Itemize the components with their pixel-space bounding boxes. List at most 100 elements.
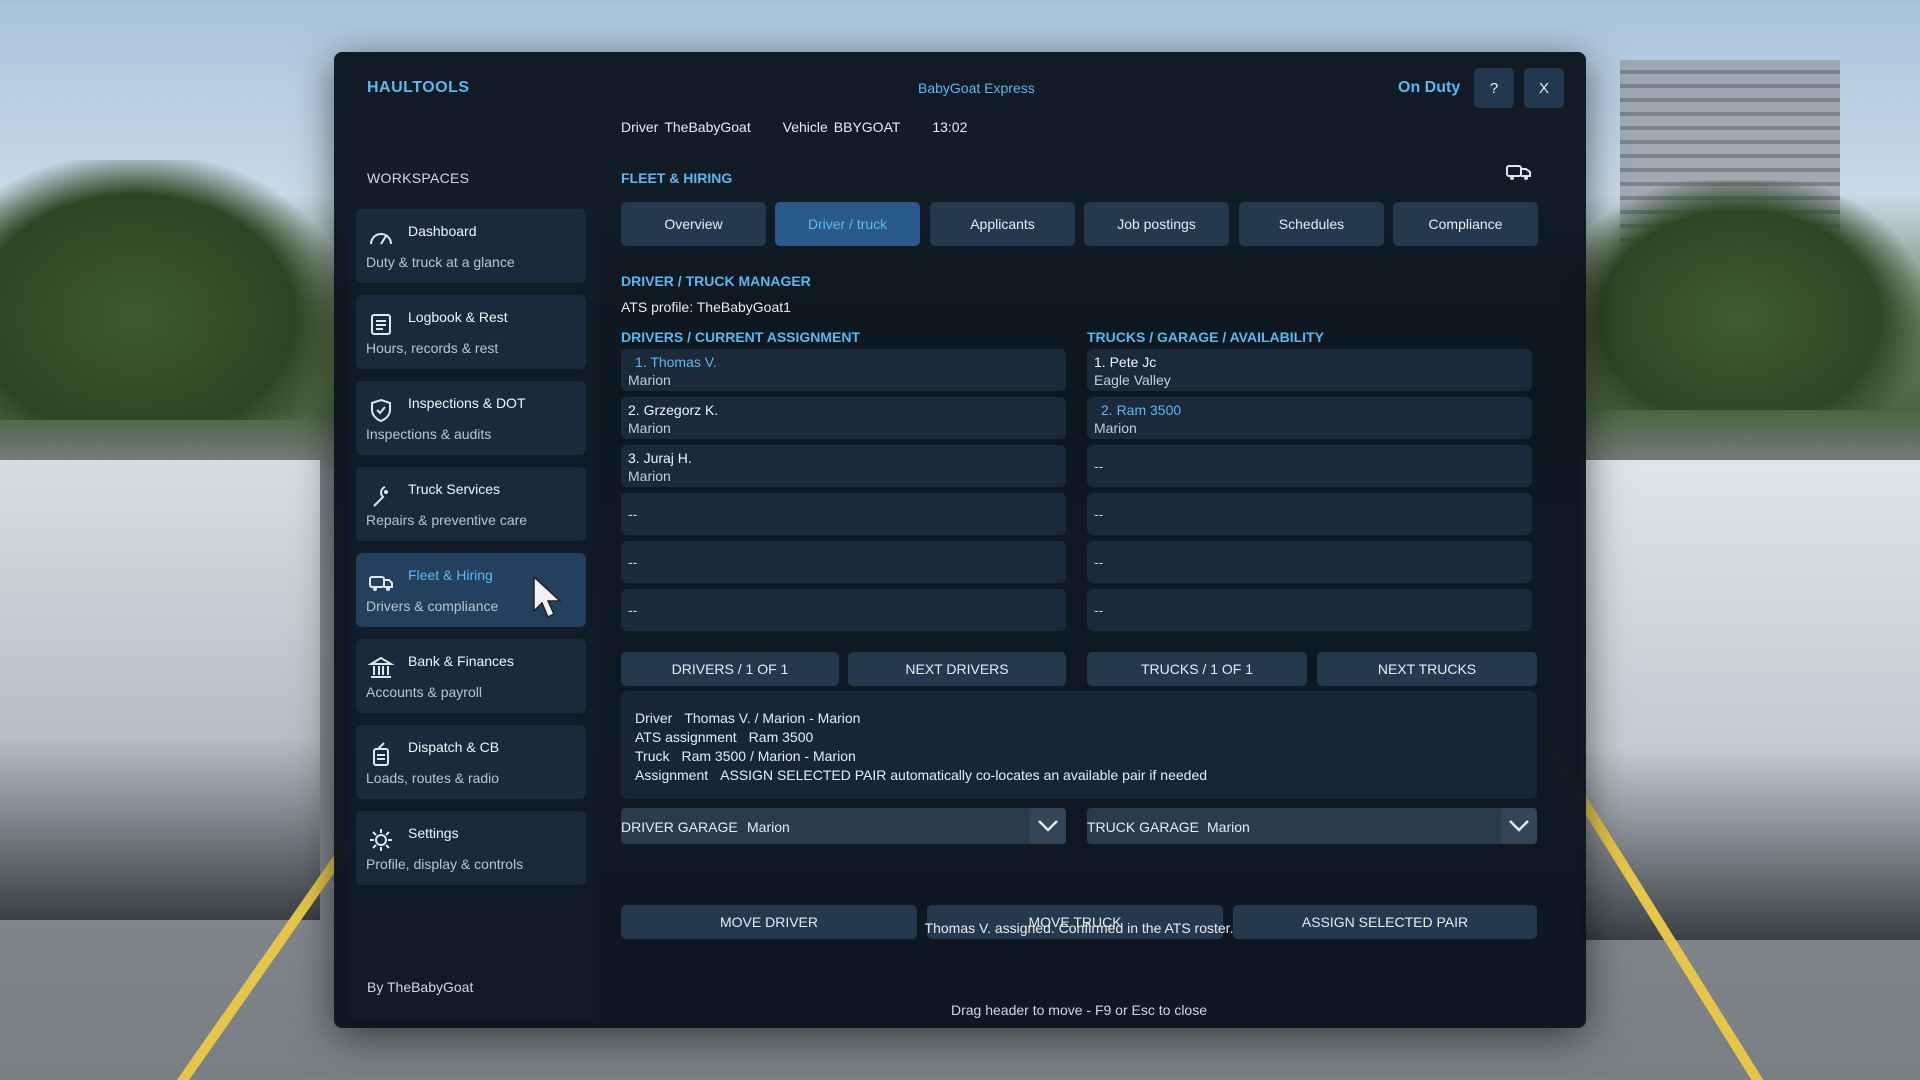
empty-slot: -- [1094,458,1104,474]
section-title: FLEET & HIRING [621,170,733,186]
driver-location: Marion [628,372,671,388]
truck-name: 2. Ram 3500 [1101,402,1182,418]
info-driver-value: Thomas V. / Marion - Marion [684,710,861,726]
truck-garage-value: Marion [1207,819,1250,835]
truck-row-empty[interactable]: -- [1087,589,1532,631]
empty-slot: -- [628,554,638,570]
sidebar-item-fleet-hiring[interactable]: Fleet & Hiring Drivers & compliance [356,553,586,627]
driver-name: 1. Thomas V. [635,354,717,370]
logbook-icon [371,314,391,335]
vehicle-value: BBYGOAT [833,119,901,135]
driver-row[interactable]: 2. Grzegorz K. Marion [621,397,1066,439]
tab-job-postings[interactable]: Job postings [1084,202,1229,246]
driver-row-empty[interactable]: -- [621,589,1066,631]
session-info: Driver TheBabyGoat Vehicle BBYGOAT 13:02 [621,119,981,135]
truck-row[interactable]: 1. Pete Jc Eagle Valley [1087,349,1532,391]
radio-icon [373,742,389,766]
chevron-down-icon[interactable] [1501,808,1537,844]
driver-row-empty[interactable]: -- [621,541,1066,583]
sidebar-item-sub: Loads, routes & radio [366,770,500,786]
info-ats-value: Ram 3500 [748,729,814,745]
app-title: HAULTOOLS [367,79,470,96]
tab-compliance[interactable]: Compliance [1393,202,1538,246]
footer-hint: Drag header to move - F9 or Esc to close [951,1002,1207,1018]
sidebar-item-label: Bank & Finances [408,653,514,669]
truck-icon [1506,165,1531,180]
sidebar-item-bank[interactable]: Bank & Finances Accounts & payroll [356,639,586,713]
tab-driver-truck[interactable]: Driver / truck [775,202,920,246]
sidebar-item-sub: Inspections & audits [366,426,492,442]
duty-status[interactable]: On Duty [1398,79,1460,97]
driver-label: Driver [621,119,659,135]
next-trucks-button[interactable]: NEXT TRUCKS [1317,652,1537,686]
sidebar: WORKSPACES Dashboard Duty & truck at a g… [347,153,599,1019]
sidebar-item-sub: Duty & truck at a glance [366,254,515,270]
driver-row[interactable]: 3. Juraj H. Marion [621,445,1066,487]
truck-row[interactable]: 2. Ram 3500 Marion [1087,397,1532,439]
next-drivers-button[interactable]: NEXT DRIVERS [848,652,1066,686]
mouse-cursor-icon [533,575,562,619]
driver-garage-value: Marion [747,819,790,835]
haultools-window[interactable]: HAULTOOLS BabyGoat Express On Duty ? X D… [334,52,1586,1028]
help-button[interactable]: ? [1474,68,1514,108]
driver-name: 3. Juraj H. [628,450,692,466]
truck-row-empty[interactable]: -- [1087,445,1532,487]
driver-location: Marion [628,420,671,436]
driver-garage-select[interactable]: DRIVER GARAGE Marion [621,808,1066,844]
sidebar-item-label: Dispatch & CB [408,739,500,755]
manager-title: DRIVER / TRUCK MANAGER [621,273,811,289]
clock: 13:02 [932,119,968,135]
sidebar-item-label: Fleet & Hiring [408,567,493,583]
driver-location: Marion [628,468,671,484]
close-button[interactable]: X [1524,68,1564,108]
driver-row-empty[interactable]: -- [621,493,1066,535]
truck-location: Eagle Valley [1094,372,1171,388]
empty-slot: -- [628,506,638,522]
truck-row-empty[interactable]: -- [1087,493,1532,535]
sidebar-item-label: Settings [408,825,459,841]
info-truck-value: Ram 3500 / Marion - Marion [681,748,856,764]
sidebar-item-dashboard[interactable]: Dashboard Duty & truck at a glance [356,209,586,283]
driver-garage-label: DRIVER GARAGE [621,819,738,835]
sidebar-item-dispatch[interactable]: Dispatch & CB Loads, routes & radio [356,725,586,799]
sidebar-item-label: Truck Services [408,481,501,497]
sidebar-item-label: Logbook & Rest [408,309,508,325]
vehicle-label: Vehicle [782,119,828,135]
info-driver-label: Driver [635,710,673,726]
info-ats-label: ATS assignment [635,729,737,745]
tab-applicants[interactable]: Applicants [930,202,1075,246]
empty-slot: -- [1094,554,1104,570]
sidebar-item-inspections[interactable]: Inspections & DOT Inspections & audits [356,381,586,455]
ats-profile: ATS profile: TheBabyGoat1 [621,299,791,315]
drivers-title: DRIVERS / CURRENT ASSIGNMENT [621,329,861,345]
sidebar-item-sub: Hours, records & rest [366,340,499,356]
sidebar-item-logbook[interactable]: Logbook & Rest Hours, records & rest [356,295,586,369]
gauge-icon [370,233,392,245]
truck-garage-label: TRUCK GARAGE [1087,819,1200,835]
trucks-page-button[interactable]: TRUCKS / 1 OF 1 [1087,652,1307,686]
drivers-page-button[interactable]: DRIVERS / 1 OF 1 [621,652,839,686]
trucks-title: TRUCKS / GARAGE / AVAILABILITY [1087,329,1324,345]
tab-overview[interactable]: Overview [621,202,766,246]
driver-name: 2. Grzegorz K. [628,402,719,418]
truck-garage-select[interactable]: TRUCK GARAGE Marion [1087,808,1537,844]
empty-slot: -- [1094,506,1104,522]
assignment-info: Driver Thomas V. / Marion - Marion ATS as… [621,691,1537,799]
truck-location: Marion [1094,420,1137,436]
confirmation-message: Thomas V. assigned. Confirmed in the ATS… [924,920,1234,936]
tab-schedules[interactable]: Schedules [1239,202,1384,246]
driver-row[interactable]: 1. Thomas V. Marion [621,349,1066,391]
sidebar-item-settings[interactable]: Settings Profile, display & controls [356,811,586,885]
sidebar-item-label: Inspections & DOT [408,395,526,411]
truck-row-empty[interactable]: -- [1087,541,1532,583]
wrench-icon [373,486,388,507]
chevron-down-icon[interactable] [1030,808,1066,844]
info-assignment-value: ASSIGN SELECTED PAIR automatically co-lo… [720,767,1208,783]
truck-name: 1. Pete Jc [1094,354,1157,370]
info-truck-label: Truck [635,748,670,764]
empty-slot: -- [628,602,638,618]
sidebar-item-truck-services[interactable]: Truck Services Repairs & preventive care [356,467,586,541]
empty-slot: -- [1094,602,1104,618]
gear-icon [370,829,392,851]
byline: By TheBabyGoat [367,979,474,995]
